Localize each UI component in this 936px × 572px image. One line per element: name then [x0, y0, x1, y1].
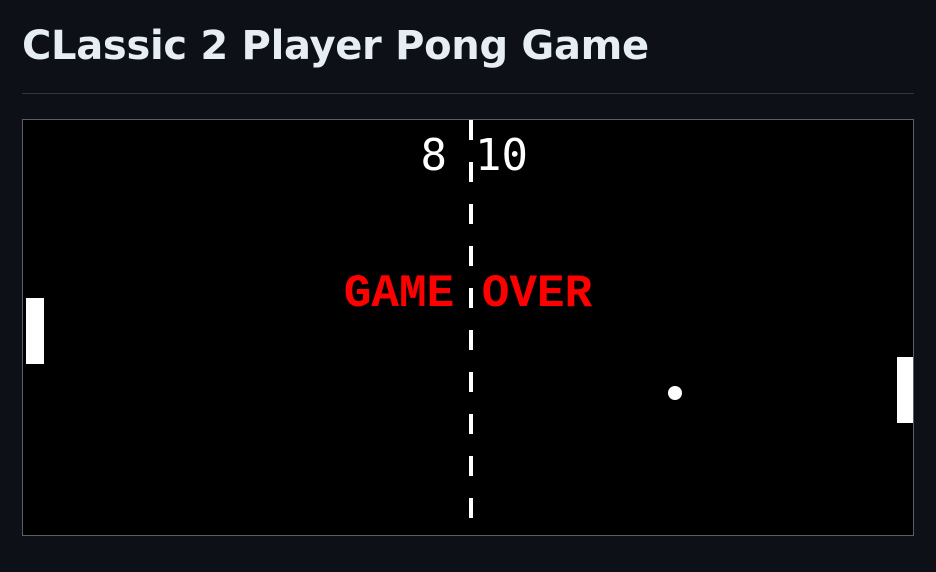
left-paddle — [26, 298, 44, 364]
ball — [668, 386, 682, 400]
right-player-score: 10 — [475, 130, 528, 181]
game-over-text: GAME OVER — [343, 268, 593, 320]
game-canvas[interactable]: 8 10 GAME OVER — [22, 119, 914, 536]
page-title: CLassic 2 Player Pong Game — [22, 23, 649, 69]
title-divider — [22, 93, 914, 94]
center-net — [469, 120, 473, 535]
right-paddle — [897, 357, 913, 423]
left-player-score: 8 — [420, 130, 448, 181]
